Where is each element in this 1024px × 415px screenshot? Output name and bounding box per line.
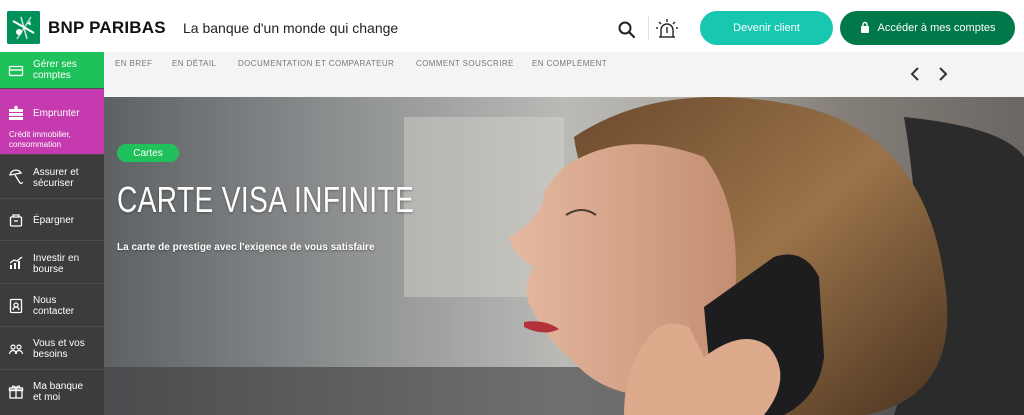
bnp-logo-icon[interactable] [7, 11, 40, 44]
alarm-light-icon[interactable] [655, 17, 679, 41]
hero-photo [104, 97, 1024, 415]
category-badge[interactable]: Cartes [117, 144, 179, 162]
header-divider [648, 16, 649, 40]
piggy-bank-icon [8, 212, 24, 228]
sidebar-item-sublabel: Crédit immobilier, consommation [9, 130, 71, 149]
sidebar-item-label: Assurer et sécuriser [33, 167, 79, 189]
sidebar-item-label: Emprunter [33, 108, 80, 119]
sidebar-item-manage-accounts[interactable]: Gérer ses comptes [0, 52, 104, 89]
subnav-documentation[interactable]: DOCUMENTATION ET COMPARATEUR [238, 59, 394, 68]
sidebar-item-invest[interactable]: Investir en bourse [0, 241, 104, 284]
card-icon [8, 63, 24, 79]
money-stack-icon [8, 105, 24, 121]
subnav-en-complement[interactable]: EN COMPLÉMENT [532, 59, 607, 68]
search-icon[interactable] [617, 20, 637, 40]
chart-icon [8, 255, 24, 271]
access-accounts-button[interactable]: Accéder à mes comptes [840, 11, 1015, 45]
sidebar-item-label: Vous et vos besoins [33, 338, 85, 360]
sidebar-item-label: Investir en bourse [33, 253, 80, 275]
main-sidebar: Gérer ses comptes Emprunter Crédit immob… [0, 52, 104, 415]
access-accounts-label: Accéder à mes comptes [877, 22, 996, 34]
subnav-en-detail[interactable]: EN DÉTAIL [172, 59, 216, 68]
brand-tagline: La banque d'un monde qui change [183, 20, 399, 36]
sidebar-item-save[interactable]: Épargner [0, 199, 104, 241]
sidebar-item-label: Épargner [33, 215, 75, 226]
sidebar-item-label: Ma banque et moi [33, 381, 84, 403]
section-nav: EN BREF EN DÉTAIL DOCUMENTATION ET COMPA… [104, 52, 1024, 97]
sidebar-item-label: Nous contacter [33, 295, 75, 317]
sidebar-item-needs[interactable]: Vous et vos besoins [0, 327, 104, 370]
hero-banner: Cartes CARTE VISA INFINITE La carte de p… [104, 97, 1024, 415]
become-client-button[interactable]: Devenir client [700, 11, 833, 45]
sidebar-item-insure[interactable]: Assurer et sécuriser [0, 155, 104, 199]
people-icon [8, 341, 24, 357]
top-header: BNP PARIBAS La banque d'un monde qui cha… [0, 0, 1024, 52]
sidebar-item-my-bank[interactable]: Ma banque et moi [0, 370, 104, 415]
gift-icon [8, 384, 24, 400]
umbrella-icon [8, 169, 24, 185]
subnav-comment-souscrire[interactable]: COMMENT SOUSCRIRE [416, 59, 514, 68]
sidebar-item-borrow[interactable]: Emprunter Crédit immobilier, consommatio… [0, 89, 104, 155]
brand-name[interactable]: BNP PARIBAS [48, 18, 166, 38]
lock-icon [860, 21, 870, 36]
hero-title: CARTE VISA INFINITE [117, 179, 415, 220]
hero-subtitle: La carte de prestige avec l'exigence de … [117, 242, 375, 253]
chevron-right-icon[interactable] [936, 66, 950, 82]
chevron-left-icon[interactable] [908, 66, 922, 82]
contact-icon [8, 298, 24, 314]
subnav-en-bref[interactable]: EN BREF [115, 59, 152, 68]
sidebar-item-label: Gérer ses comptes [33, 59, 77, 81]
sidebar-item-contact[interactable]: Nous contacter [0, 284, 104, 327]
